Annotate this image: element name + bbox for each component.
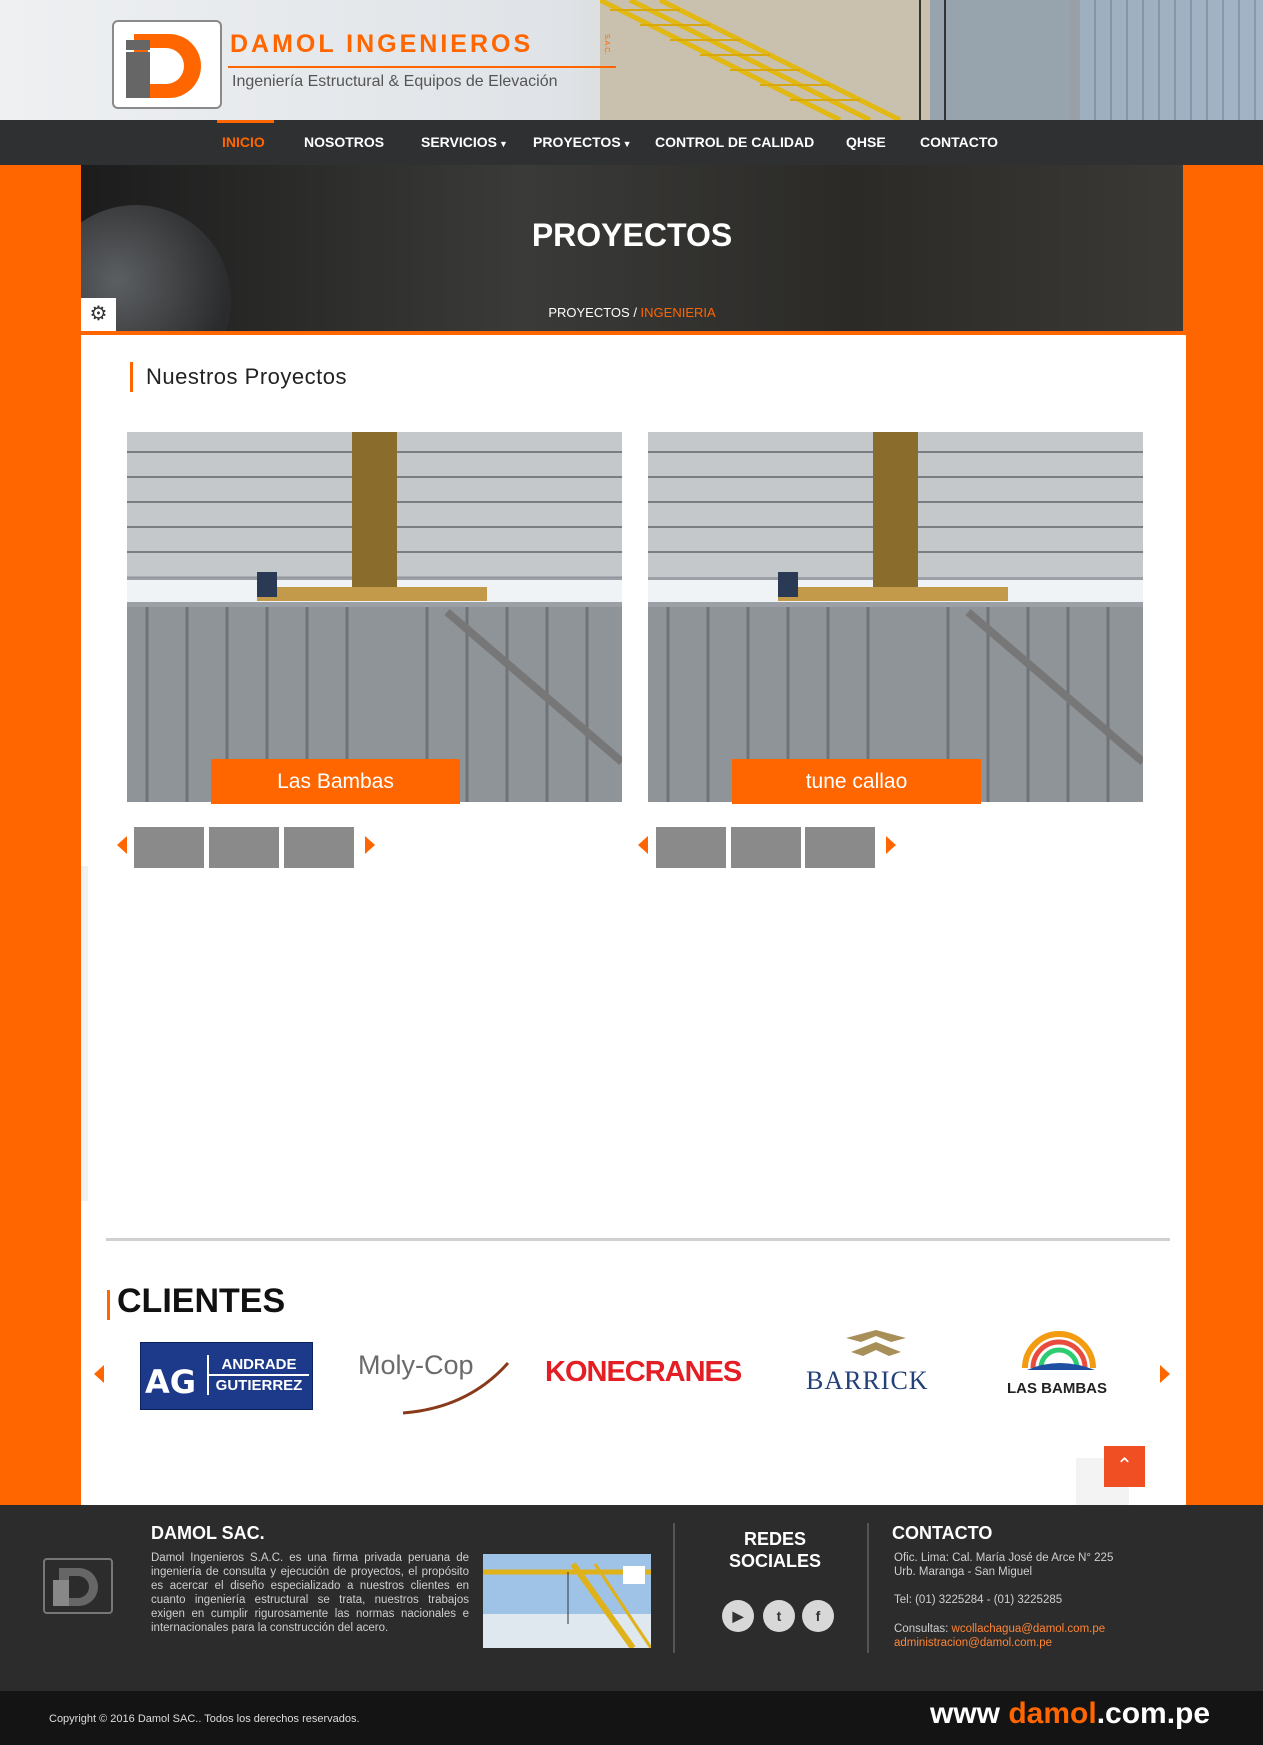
client-logo-text: BARRICK <box>806 1366 929 1395</box>
footer-address-2: Urb. Maranga - San Miguel <box>894 1566 1033 1578</box>
project-image-1[interactable] <box>127 432 622 802</box>
chevron-down-icon: ▼ <box>622 139 632 149</box>
footer-about-title: DAMOL SAC. <box>151 1523 265 1543</box>
project-photo <box>648 432 1143 802</box>
project-caption[interactable]: Las Bambas <box>211 759 460 804</box>
nav-item-contacto[interactable]: CONTACTO <box>920 120 998 165</box>
facebook-icon[interactable]: f <box>802 1600 834 1632</box>
breadcrumb: PROYECTOS / INGENIERIA <box>81 305 1183 320</box>
project-thumbnail[interactable] <box>209 827 279 868</box>
footer-email-1[interactable]: wcollachagua@damol.com.pe <box>952 1623 1106 1635</box>
building-glass-image <box>1080 0 1263 120</box>
nav-item-qhse[interactable]: QHSE <box>846 120 886 165</box>
footer-email-2[interactable]: administracion@damol.com.pe <box>894 1636 1052 1650</box>
youtube-icon[interactable]: ▶ <box>722 1600 754 1632</box>
footer-divider <box>673 1523 675 1653</box>
client-logo-las-bambas[interactable]: LAS BAMBAS <box>1003 1326 1113 1406</box>
brand-name: DAMOL INGENIEROS <box>230 30 534 58</box>
client-logo-konecranes[interactable]: KONECRANES <box>545 1356 755 1436</box>
breadcrumb-separator: / <box>629 305 641 320</box>
settings-button[interactable]: ⚙ <box>81 298 116 331</box>
section-accent-bar <box>130 362 133 392</box>
footer-consultas: Consultas: wcollachagua@damol.com.pe <box>894 1622 1105 1636</box>
footer-phone: Tel: (01) 3225284 - (01) 3225285 <box>894 1594 1063 1606</box>
project-image-2[interactable] <box>648 432 1143 802</box>
clients-accent-bar <box>107 1290 110 1320</box>
company-logo[interactable] <box>112 20 222 109</box>
clients-title: CLIENTES <box>117 1282 286 1320</box>
project-thumbnail[interactable] <box>731 827 801 868</box>
brand-suffix: S.A.C. <box>603 34 610 55</box>
client-logo-line2: GUTIERREZ <box>209 1374 309 1395</box>
footer-consult-label: Consultas: <box>894 1623 949 1635</box>
project-thumbnail[interactable] <box>656 827 726 868</box>
copyright-text: Copyright © 2016 Damol SAC.. Todos los d… <box>49 1713 360 1725</box>
scroll-to-top-button[interactable]: ⌃ <box>1104 1446 1145 1487</box>
nav-item-control-calidad[interactable]: CONTROL DE CALIDAD <box>655 120 814 165</box>
project-photo <box>127 432 622 802</box>
footer-social-title-line2: SOCIALES <box>728 1551 821 1571</box>
page-banner: PROYECTOS PROYECTOS / INGENIERIA <box>81 165 1183 331</box>
twitter-icon[interactable]: t <box>763 1600 795 1632</box>
client-logo-barrick[interactable]: BARRICK <box>806 1328 946 1408</box>
crane-header-image <box>600 0 1070 120</box>
arrow-left-icon[interactable] <box>94 1365 104 1383</box>
nav-item-label: CONTACTO <box>920 134 999 150</box>
footer-crane-image <box>483 1554 651 1648</box>
nav-item-label: SERVICIOS <box>421 134 497 150</box>
damol-logo-icon <box>53 1568 98 1606</box>
damol-logo-icon <box>126 34 201 98</box>
client-logo-text: KONECRANES <box>545 1356 742 1388</box>
project-caption[interactable]: tune callao <box>732 759 981 804</box>
crane-photo <box>483 1554 651 1648</box>
nav-item-proyectos[interactable]: PROYECTOS ▼ <box>533 120 632 165</box>
brand-divider <box>228 66 616 68</box>
arrow-left-icon[interactable] <box>638 836 648 854</box>
website-prefix: www <box>930 1697 1009 1730</box>
swoosh-icon <box>402 1362 510 1415</box>
page-title: PROYECTOS <box>531 217 733 253</box>
section-title: Nuestros Proyectos <box>146 364 347 389</box>
gear-icon: ⚙ <box>89 303 108 325</box>
barrick-mark-icon <box>846 1330 906 1356</box>
breadcrumb-current: INGENIERIA <box>640 305 716 320</box>
arrow-right-icon[interactable] <box>886 836 896 854</box>
chevron-up-icon: ⌃ <box>1116 1455 1133 1477</box>
nav-item-label: PROYECTOS <box>533 134 621 150</box>
las-bambas-mark-icon <box>1022 1331 1096 1370</box>
nav-item-label: INICIO <box>222 134 265 150</box>
arrow-right-icon[interactable] <box>1160 1365 1170 1383</box>
project-thumbnail[interactable] <box>134 827 204 868</box>
section-divider <box>106 1238 1170 1241</box>
client-logo-line1: ANDRADE <box>221 1356 297 1373</box>
nav-item-inicio[interactable]: INICIO <box>222 120 265 165</box>
footer-address-1: Ofic. Lima: Cal. María José de Arce N° 2… <box>894 1552 1114 1564</box>
project-thumbnail[interactable] <box>284 827 354 868</box>
footer-divider <box>867 1523 869 1653</box>
footer-contact-title: CONTACTO <box>892 1523 993 1543</box>
nav-item-nosotros[interactable]: NOSOTROS <box>304 120 384 165</box>
nav-item-servicios[interactable]: SERVICIOS ▼ <box>421 120 508 165</box>
footer-about-text: Damol Ingenieros S.A.C. es una firma pri… <box>151 1552 469 1634</box>
website-brand: damol <box>1008 1697 1097 1730</box>
project-thumbnail[interactable] <box>805 827 875 868</box>
nav-item-label: CONTROL DE CALIDAD <box>655 134 815 150</box>
client-logo-text: LAS BAMBAS <box>1007 1380 1107 1397</box>
footer-social-title: REDES SOCIALES <box>700 1528 850 1572</box>
arrow-left-icon[interactable] <box>117 836 127 854</box>
arrow-right-icon[interactable] <box>365 836 375 854</box>
chevron-down-icon: ▼ <box>499 139 508 149</box>
nav-item-label: NOSOTROS <box>304 134 385 150</box>
website-suffix: .com.pe <box>1096 1697 1211 1730</box>
client-logo-mark: AG <box>145 1363 197 1401</box>
nav-item-label: QHSE <box>846 134 886 150</box>
client-logo-moly-cop[interactable]: Moly-Cop <box>358 1350 518 1430</box>
breadcrumb-parent[interactable]: PROYECTOS <box>548 305 629 320</box>
footer-social-title-line1: REDES <box>743 1529 806 1549</box>
website-url[interactable]: www damol.com.pe <box>930 1697 1210 1731</box>
content-side-strip <box>81 866 88 1201</box>
footer-logo[interactable] <box>43 1558 113 1614</box>
brand-tagline: Ingeniería Estructural & Equipos de Elev… <box>232 73 558 90</box>
client-logo-andrade-gutierrez[interactable]: AG ANDRADE GUTIERREZ <box>140 1342 313 1410</box>
